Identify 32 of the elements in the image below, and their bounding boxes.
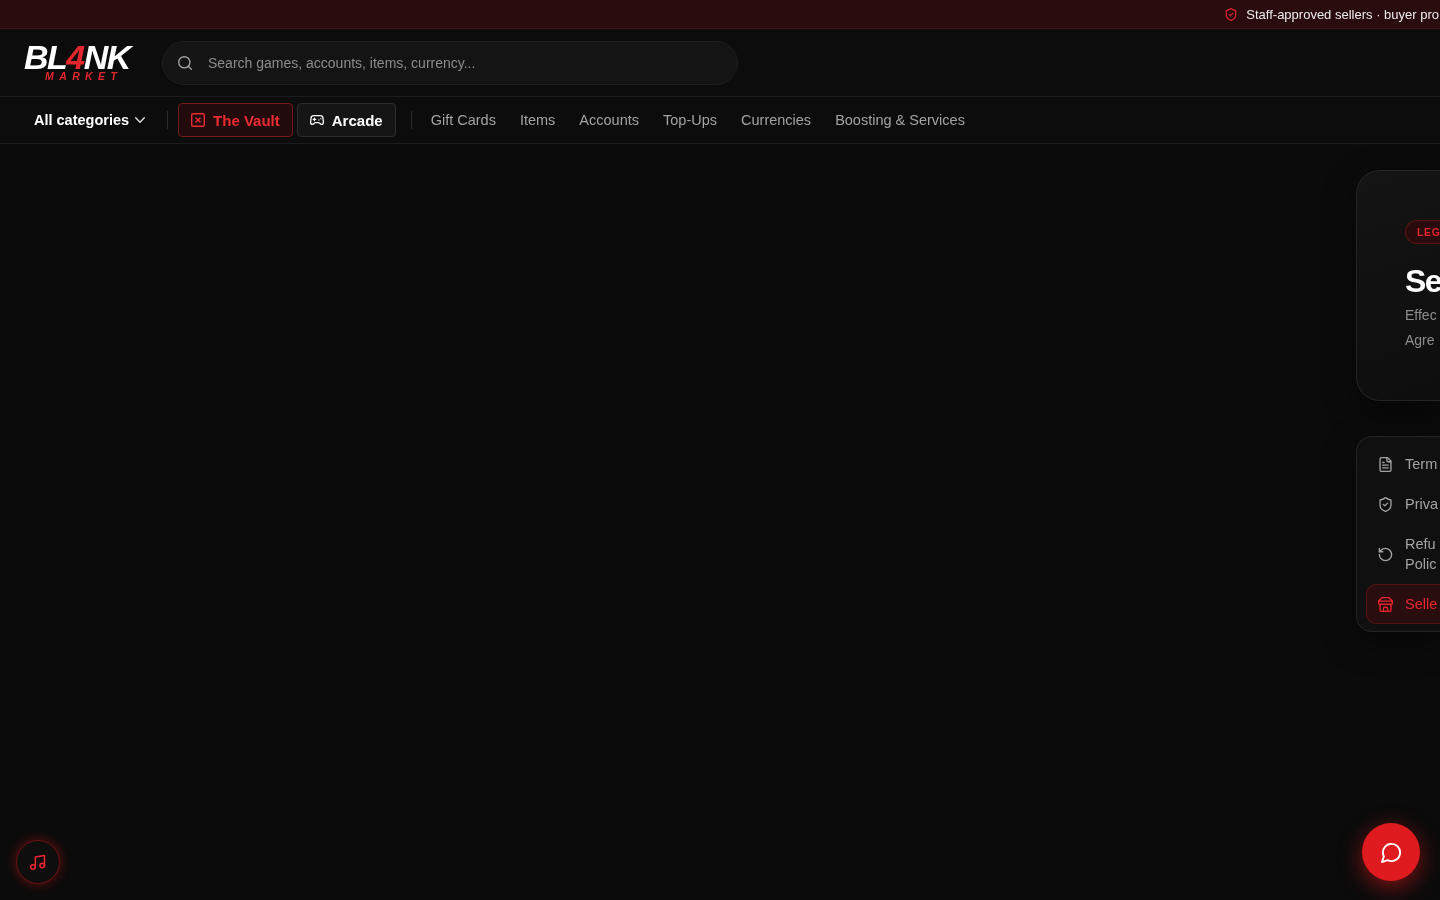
search-field[interactable]: Search games, accounts, items, currency... bbox=[162, 40, 738, 85]
featured-category-button[interactable]: The Vault bbox=[178, 103, 293, 137]
legal-menu-item[interactable]: Priva bbox=[1366, 484, 1440, 524]
nav-link[interactable]: Gift Cards bbox=[430, 112, 496, 128]
store-icon bbox=[1378, 596, 1393, 612]
category-badge: LEG bbox=[1405, 220, 1440, 244]
nav-link[interactable]: Currencies bbox=[741, 112, 812, 128]
x-square-icon bbox=[191, 113, 206, 127]
nav-link[interactable]: Items bbox=[519, 112, 556, 128]
page-title: Se bbox=[1405, 263, 1440, 299]
page-description: Effec Agre bbox=[1405, 306, 1437, 350]
logo-tagline: MARKET bbox=[45, 70, 123, 82]
gamepad-icon bbox=[309, 113, 324, 127]
chat-bubble-icon bbox=[1380, 841, 1402, 863]
document-icon bbox=[1378, 456, 1393, 472]
featured-category-button[interactable]: Arcade bbox=[296, 103, 396, 137]
shield-check-icon bbox=[1225, 7, 1238, 21]
music-button[interactable] bbox=[16, 840, 60, 884]
legal-menu-item[interactable]: Selle bbox=[1366, 584, 1440, 624]
shield-check-icon bbox=[1378, 496, 1393, 512]
chat-button[interactable] bbox=[1362, 823, 1420, 881]
nav-link[interactable]: Boosting & Services bbox=[835, 112, 965, 128]
all-categories-button[interactable]: All categories bbox=[34, 112, 146, 128]
nav-link[interactable]: Top-Ups bbox=[663, 112, 717, 128]
announcement-text: Staff-approved sellers · buyer pro bbox=[1246, 6, 1439, 22]
chevron-down-icon bbox=[135, 117, 146, 123]
legal-menu-item[interactable]: Refu Polic bbox=[1366, 524, 1440, 584]
circular-arrow-icon bbox=[1378, 546, 1393, 562]
search-icon bbox=[178, 55, 192, 70]
nav-link[interactable]: Accounts bbox=[579, 112, 639, 128]
music-note-icon bbox=[30, 854, 46, 870]
legal-menu-item[interactable]: Term bbox=[1366, 444, 1440, 484]
